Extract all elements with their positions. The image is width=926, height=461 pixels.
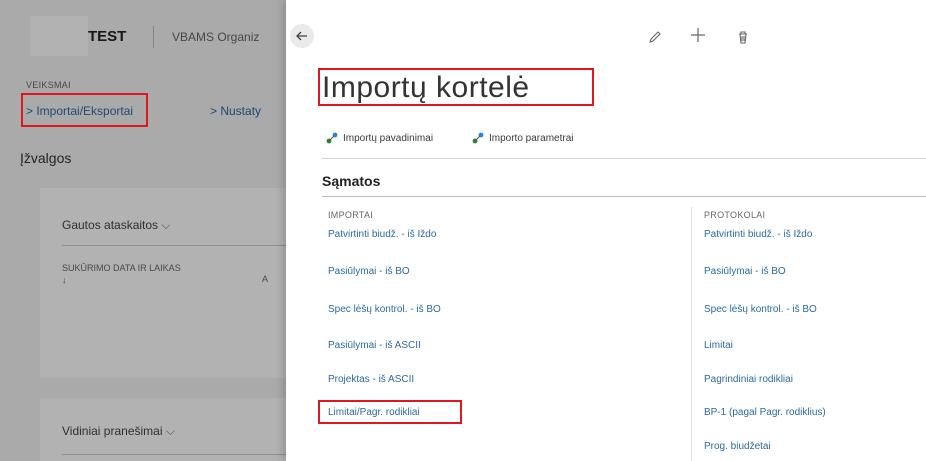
highlight-box-imports-exports — [21, 93, 148, 127]
column-divider — [691, 207, 692, 461]
plus-icon[interactable] — [690, 26, 706, 49]
highlight-box-limits-link — [318, 400, 462, 424]
protocol-link[interactable]: Pagrindiniai rodikliai — [704, 374, 793, 385]
highlight-box-title — [318, 68, 594, 106]
link-nodes-icon — [472, 132, 484, 144]
protocol-link[interactable]: Pasiūlymai - iš BO — [704, 266, 786, 277]
import-names-action[interactable]: Importų pavadinimai — [326, 132, 433, 144]
import-link[interactable]: Projektas - iš ASCII — [328, 374, 414, 385]
protocol-link[interactable]: BP-1 (pagal Pagr. rodiklius) — [704, 407, 826, 418]
protocol-link[interactable]: Patvirtinti biudž. - iš Iždo — [704, 229, 812, 240]
protocol-link[interactable]: Prog. biudžetai — [704, 441, 771, 452]
import-names-label: Importų pavadinimai — [343, 132, 434, 144]
import-parameters-label: Importo parametrai — [489, 132, 574, 144]
trash-icon[interactable] — [736, 30, 750, 49]
link-nodes-icon — [326, 132, 338, 144]
import-link[interactable]: Patvirtinti biudž. - iš Iždo — [328, 229, 436, 240]
pencil-icon[interactable] — [648, 30, 662, 49]
protocol-link[interactable]: Limitai — [704, 340, 733, 351]
background-overlay — [0, 0, 286, 461]
action-bar: Importų pavadinimai Importo parametrai — [322, 132, 926, 152]
section-title-estimates[interactable]: Sąmatos — [322, 173, 380, 189]
section-divider — [322, 196, 926, 197]
imports-column-header: IMPORTAI — [328, 210, 374, 220]
protocol-link[interactable]: Spec lėšų kontrol. - iš BO — [704, 304, 817, 315]
arrow-left-icon — [296, 31, 307, 41]
import-link[interactable]: Spec lėšų kontrol. - iš BO — [328, 304, 441, 315]
import-link[interactable]: Pasiūlymai - iš ASCII — [328, 340, 421, 351]
action-bar-divider — [322, 158, 926, 159]
protocols-column-header: PROTOKOLAI — [704, 210, 766, 220]
import-parameters-action[interactable]: Importo parametrai — [472, 132, 573, 144]
import-link[interactable]: Pasiūlymai - iš BO — [328, 266, 410, 277]
back-button[interactable] — [290, 24, 314, 48]
